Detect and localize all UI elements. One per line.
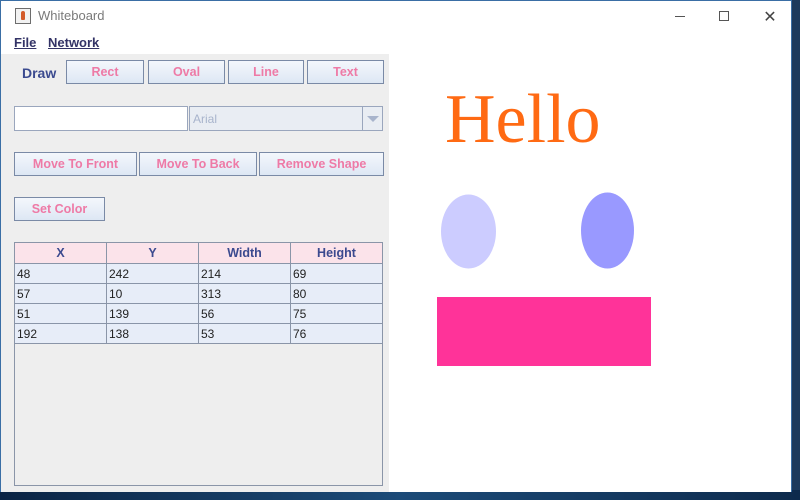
font-dropdown-button[interactable]	[362, 107, 382, 130]
table-cell[interactable]: 53	[199, 324, 291, 344]
draw-label: Draw	[22, 65, 57, 81]
table-cell[interactable]: 214	[199, 264, 291, 284]
column-header-height[interactable]: Height	[291, 243, 382, 264]
oval-shape-dark[interactable]	[581, 192, 634, 269]
move-to-front-button[interactable]: Move To Front	[14, 152, 137, 176]
table-row[interactable]: 48 242 214 69	[15, 264, 382, 284]
text-shape[interactable]: Hello	[445, 81, 601, 158]
remove-shape-button[interactable]: Remove Shape	[259, 152, 384, 176]
menu-network[interactable]: Network	[48, 35, 99, 50]
app-window: Whiteboard ✕ File Network Draw Rect Oval…	[0, 0, 792, 492]
set-color-button[interactable]: Set Color	[14, 197, 105, 221]
menu-bar: File Network	[1, 31, 791, 54]
minimize-icon	[675, 15, 685, 17]
table-cell[interactable]: 242	[107, 264, 199, 284]
oval-shape-light[interactable]	[441, 194, 496, 269]
whiteboard-canvas[interactable]: Hello	[389, 54, 791, 492]
minimize-button[interactable]	[657, 1, 703, 31]
maximize-button[interactable]	[701, 1, 747, 31]
maximize-icon	[719, 11, 729, 21]
column-header-width[interactable]: Width	[199, 243, 291, 264]
table-cell[interactable]: 192	[15, 324, 107, 344]
table-cell[interactable]: 75	[291, 304, 382, 324]
menu-file[interactable]: File	[14, 35, 36, 50]
table-cell[interactable]: 57	[15, 284, 107, 304]
table-row[interactable]: 51 139 56 75	[15, 304, 382, 324]
column-header-y[interactable]: Y	[107, 243, 199, 264]
chevron-down-icon	[366, 115, 379, 122]
column-header-x[interactable]: X	[15, 243, 107, 264]
table-cell[interactable]: 313	[199, 284, 291, 304]
canvas-drawing: Hello	[437, 81, 651, 366]
table-cell[interactable]: 10	[107, 284, 199, 304]
title-bar[interactable]: Whiteboard ✕	[1, 1, 791, 31]
shape-table[interactable]: X Y Width Height 48 242 214 69 57 10 313…	[14, 242, 383, 486]
table-row[interactable]: 192 138 53 76	[15, 324, 382, 344]
table-row[interactable]: 57 10 313 80	[15, 284, 382, 304]
table-cell[interactable]: 76	[291, 324, 382, 344]
table-cell[interactable]: 51	[15, 304, 107, 324]
table-header: X Y Width Height	[15, 243, 382, 264]
line-button[interactable]: Line	[228, 60, 304, 84]
move-to-back-button[interactable]: Move To Back	[139, 152, 257, 176]
font-select-value: Arial	[193, 112, 218, 126]
table-cell[interactable]: 139	[107, 304, 199, 324]
text-input[interactable]	[14, 106, 188, 131]
text-button[interactable]: Text	[307, 60, 384, 84]
table-cell[interactable]: 48	[15, 264, 107, 284]
close-button[interactable]: ✕	[747, 1, 793, 31]
close-icon: ✕	[763, 6, 777, 26]
window-title: Whiteboard	[38, 8, 105, 23]
oval-button[interactable]: Oval	[148, 60, 225, 84]
table-cell[interactable]: 69	[291, 264, 382, 284]
control-panel: Draw Rect Oval Line Text Arial Move To F…	[1, 54, 389, 492]
table-cell[interactable]: 138	[107, 324, 199, 344]
font-select[interactable]: Arial	[189, 106, 383, 131]
rect-shape[interactable]	[437, 297, 651, 366]
table-cell[interactable]: 56	[199, 304, 291, 324]
table-cell[interactable]: 80	[291, 284, 382, 304]
rect-button[interactable]: Rect	[66, 60, 144, 84]
java-coffee-icon	[15, 8, 31, 24]
